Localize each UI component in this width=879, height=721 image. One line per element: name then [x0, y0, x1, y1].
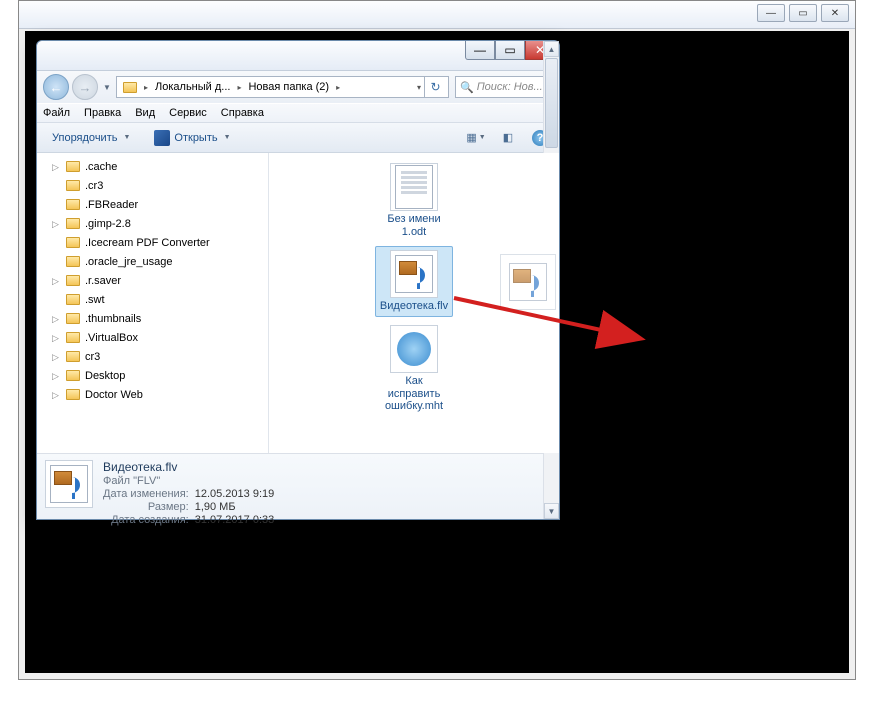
- chevron-right-icon[interactable]: ▸: [234, 83, 244, 92]
- folder-icon: [66, 275, 80, 286]
- nav-history-dropdown[interactable]: ▼: [101, 74, 113, 100]
- folder-icon: [123, 82, 137, 93]
- search-placeholder: Поиск: Нов...: [477, 81, 543, 93]
- details-filename: Видеотека.flv: [103, 460, 274, 474]
- organize-button[interactable]: Упорядочить▼: [43, 127, 139, 149]
- chevron-down-icon[interactable]: ▾: [414, 83, 424, 92]
- folder-icon: [66, 237, 80, 248]
- document-icon: [390, 163, 438, 211]
- folder-icon: [66, 370, 80, 381]
- tree-item[interactable]: ▷.VirtualBox: [37, 328, 268, 347]
- folder-icon: [66, 161, 80, 172]
- details-modified-value: 12.05.2013 9:19: [195, 488, 275, 500]
- folder-icon: [66, 218, 80, 229]
- menu-help[interactable]: Справка: [221, 107, 264, 119]
- file-item[interactable]: Как исправить ошибку.mht: [375, 321, 453, 417]
- details-pane: Видеотека.flv Файл "FLV" Дата изменения:…: [37, 453, 559, 519]
- navigation-bar: ← → ▼ ▸ Локальный д... ▸ Новая папка (2)…: [37, 71, 559, 103]
- video-file-icon: [390, 250, 438, 298]
- view-options-button[interactable]: ▦ ▼: [463, 127, 489, 149]
- details-modified-label: Дата изменения:: [103, 488, 189, 500]
- tree-item[interactable]: ▷cr3: [37, 347, 268, 366]
- folder-icon: [66, 256, 80, 267]
- tree-item[interactable]: .oracle_jre_usage: [37, 252, 268, 271]
- breadcrumb-root[interactable]: [119, 77, 141, 97]
- folder-icon: [66, 294, 80, 305]
- folder-icon: [66, 199, 80, 210]
- chevron-down-icon: ▼: [123, 134, 130, 141]
- menu-edit[interactable]: Правка: [84, 107, 121, 119]
- tree-item[interactable]: .Icecream PDF Converter: [37, 233, 268, 252]
- folder-icon: [66, 332, 80, 343]
- folder-icon: [66, 351, 80, 362]
- folder-icon: [66, 389, 80, 400]
- menu-bar: Файл Правка Вид Сервис Справка: [37, 103, 559, 123]
- details-type: Файл "FLV": [103, 475, 189, 487]
- address-bar[interactable]: ▸ Локальный д... ▸ Новая папка (2) ▸ ▾ ↻: [116, 76, 449, 98]
- minimize-button[interactable]: —: [465, 41, 495, 60]
- file-pane[interactable]: Без имени 1.odt Видеотека.flv Как исправ…: [269, 153, 559, 453]
- mht-file-icon: [390, 325, 438, 373]
- explorer-body: ▷.cache .cr3 .FBReader ▷.gimp-2.8 .Icecr…: [37, 153, 559, 453]
- file-label: Без имени 1.odt: [379, 213, 449, 238]
- chevron-right-icon[interactable]: ▸: [333, 83, 343, 92]
- bg-minimize-button[interactable]: —: [757, 4, 785, 22]
- details-created-value: 31.07.2017 0:33: [195, 514, 275, 526]
- tree-item[interactable]: ▷Doctor Web: [37, 385, 268, 404]
- refresh-button[interactable]: ↻: [424, 76, 446, 98]
- menu-view[interactable]: Вид: [135, 107, 155, 119]
- bg-close-button[interactable]: ✕: [821, 4, 849, 22]
- tree-item[interactable]: ▷.thumbnails: [37, 309, 268, 328]
- tree-item[interactable]: ▷.gimp-2.8: [37, 214, 268, 233]
- breadcrumb-segment[interactable]: Новая папка (2): [244, 77, 333, 97]
- tree-item[interactable]: .FBReader: [37, 195, 268, 214]
- search-input[interactable]: 🔍 Поиск: Нов...: [455, 76, 553, 98]
- back-button[interactable]: ←: [43, 74, 69, 100]
- open-button[interactable]: Открыть▼: [145, 127, 239, 149]
- bg-maximize-button[interactable]: ▭: [789, 4, 817, 22]
- tree-item[interactable]: .cr3: [37, 176, 268, 195]
- forward-button[interactable]: →: [72, 74, 98, 100]
- file-label: Видеотека.flv: [380, 300, 448, 313]
- preview-pane-button[interactable]: ◧: [495, 127, 521, 149]
- details-thumbnail: [45, 460, 93, 508]
- maximize-button[interactable]: ▭: [495, 41, 525, 60]
- tree-item[interactable]: .swt: [37, 290, 268, 309]
- folder-icon: [66, 313, 80, 324]
- chevron-down-icon: ▼: [224, 134, 231, 141]
- details-size-value: 1,90 МБ: [195, 501, 275, 513]
- file-item-selected[interactable]: Видеотека.flv: [375, 246, 453, 317]
- menu-tools[interactable]: Сервис: [169, 107, 207, 119]
- search-icon: 🔍: [460, 81, 474, 94]
- background-titlebar[interactable]: — ▭ ✕: [19, 1, 855, 29]
- tree-item[interactable]: ▷.r.saver: [37, 271, 268, 290]
- folder-tree[interactable]: ▷.cache .cr3 .FBReader ▷.gimp-2.8 .Icecr…: [37, 153, 269, 453]
- command-bar: Упорядочить▼ Открыть▼ ▦ ▼ ◧ ?: [37, 123, 559, 153]
- app-icon: [154, 130, 170, 146]
- file-label: Как исправить ошибку.mht: [379, 375, 449, 413]
- details-size-label: Размер:: [103, 501, 189, 513]
- file-item[interactable]: Без имени 1.odt: [375, 159, 453, 242]
- breadcrumb-segment[interactable]: Локальный д...: [151, 77, 234, 97]
- folder-icon: [66, 180, 80, 191]
- chevron-right-icon[interactable]: ▸: [141, 83, 151, 92]
- explorer-titlebar[interactable]: — ▭ ✕: [37, 41, 559, 71]
- explorer-window: — ▭ ✕ ← → ▼ ▸ Локальный д... ▸ Новая пап…: [36, 40, 560, 520]
- tree-item[interactable]: ▷Desktop: [37, 366, 268, 385]
- menu-file[interactable]: Файл: [43, 107, 70, 119]
- details-created-label: Дата создания:: [103, 514, 189, 526]
- tree-item[interactable]: ▷.cache: [37, 157, 268, 176]
